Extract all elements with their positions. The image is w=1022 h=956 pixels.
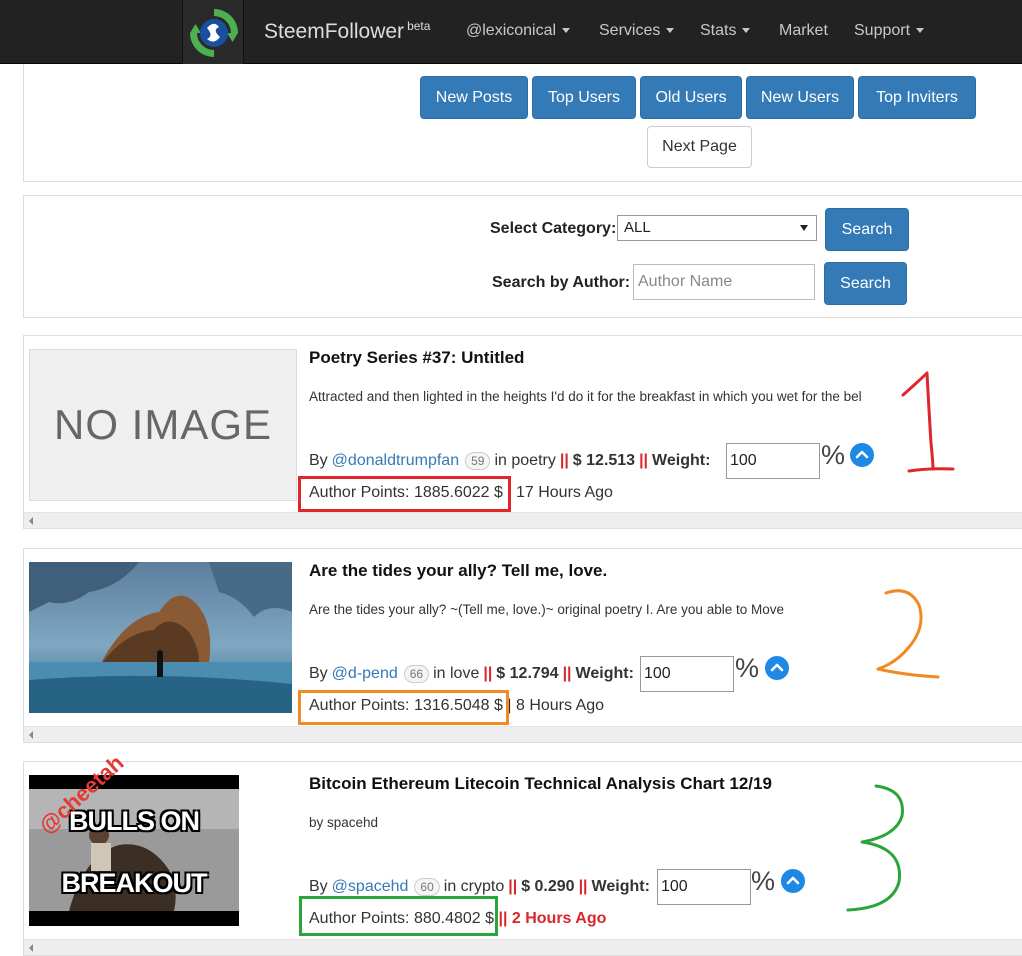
nav-stats-menu[interactable]: Stats — [700, 22, 751, 40]
post-payout: $ 12.794 — [496, 665, 559, 682]
scroll-left-icon[interactable] — [29, 944, 33, 952]
author-link[interactable]: @d-pend — [332, 665, 398, 683]
caret-down-icon — [742, 28, 751, 34]
beta-tag: beta — [407, 19, 431, 33]
separator: || — [508, 878, 518, 895]
post-age: | 17 Hours Ago — [507, 484, 613, 501]
scroll-left-icon[interactable] — [29, 517, 33, 525]
post-meta: By @d-pend 66 in love || $ 12.794 || Wei… — [309, 665, 634, 683]
author-search-label: Search by Author: — [492, 274, 631, 291]
steem-logo-icon — [190, 9, 238, 57]
post-card: Are the tides your ally? Tell me, love. … — [23, 548, 1022, 743]
post-category: in crypto — [443, 878, 505, 895]
vote-weight-input[interactable] — [657, 869, 751, 905]
vote-weight-input[interactable] — [640, 656, 734, 692]
separator: || — [562, 665, 572, 682]
reputation-badge: 59 — [465, 452, 491, 470]
reputation-badge: 60 — [414, 878, 440, 896]
annotation-highlight-box — [299, 896, 498, 936]
separator: || — [578, 878, 588, 895]
brand-text: SteemFollower — [264, 20, 405, 43]
post-excerpt: Attracted and then lighted in the height… — [309, 389, 862, 404]
separator: || — [559, 452, 569, 469]
post-meta: By @donaldtrumpfan 59 in poetry || $ 12.… — [309, 452, 710, 470]
author-search-input[interactable] — [633, 264, 815, 300]
handwritten-number-one — [901, 371, 955, 473]
post-card: BULLS ON BREAKOUT @cheetah Bitcoin Ether… — [23, 750, 1022, 956]
post-thumbnail-placeholder[interactable]: NO IMAGE — [29, 349, 297, 501]
upvote-icon[interactable] — [781, 869, 805, 893]
navbar: SteemFollower beta @lexiconical Services … — [0, 0, 1022, 64]
horizontal-scrollbar[interactable] — [24, 512, 1022, 528]
category-select[interactable]: ALL — [617, 215, 817, 241]
author-link[interactable]: @donaldtrumpfan — [332, 452, 459, 470]
brand-name[interactable]: SteemFollower beta — [264, 19, 430, 44]
post-age: || 2 Hours Ago — [498, 910, 607, 927]
dropdown-arrow-icon — [800, 225, 808, 231]
post-title[interactable]: Poetry Series #37: Untitled — [309, 348, 524, 368]
percent-sign: % — [821, 440, 846, 470]
post-category: in love — [433, 665, 480, 682]
annotation-highlight-box — [298, 476, 511, 512]
handwritten-number-three — [846, 784, 904, 912]
post-payout: $ 12.513 — [572, 452, 636, 469]
horizontal-scrollbar[interactable] — [24, 726, 1022, 742]
nav-user-menu[interactable]: @lexiconical — [466, 22, 571, 40]
post-title[interactable]: Bitcoin Ethereum Litecoin Technical Anal… — [309, 774, 772, 794]
caret-down-icon — [916, 28, 925, 34]
post-title[interactable]: Are the tides your ally? Tell me, love. — [309, 561, 607, 581]
next-page-button[interactable]: Next Page — [647, 126, 752, 168]
top-inviters-button[interactable]: Top Inviters — [858, 76, 976, 119]
by-label: By — [309, 878, 328, 895]
nav-services-menu[interactable]: Services — [599, 22, 675, 40]
old-users-button[interactable]: Old Users — [640, 76, 742, 119]
annotation-highlight-box — [298, 690, 509, 725]
weight-label: Weight: — [652, 452, 711, 469]
top-users-button[interactable]: Top Users — [532, 76, 636, 119]
category-search-button[interactable]: Search — [825, 208, 909, 251]
handwritten-number-two — [876, 589, 940, 679]
new-users-button[interactable]: New Users — [746, 76, 854, 119]
separator: || — [639, 452, 649, 469]
post-payout: $ 0.290 — [521, 878, 575, 895]
vote-weight-input[interactable] — [726, 443, 820, 479]
category-label: Select Category: — [490, 220, 617, 237]
nav-stats-label: Stats — [700, 22, 737, 39]
weight-label: Weight: — [575, 665, 634, 682]
horizontal-scrollbar[interactable] — [24, 939, 1022, 955]
percent-sign: % — [751, 866, 776, 896]
nav-services-label: Services — [599, 22, 661, 39]
by-label: By — [309, 665, 328, 682]
post-meta: By @spacehd 60 in crypto || $ 0.290 || W… — [309, 878, 650, 896]
scroll-left-icon[interactable] — [29, 731, 33, 739]
post-excerpt: Are the tides your ally? ~(Tell me, love… — [309, 602, 784, 617]
list-tabs-panel: New Posts Top Users Old Users New Users … — [23, 64, 1022, 182]
upvote-icon[interactable] — [850, 443, 874, 467]
caret-down-icon — [666, 28, 675, 34]
post-thumbnail-image[interactable] — [29, 562, 292, 713]
brand-logo[interactable] — [182, 0, 244, 64]
filter-panel: Select Category: ALL Search Search by Au… — [23, 195, 1022, 318]
nav-market-label: Market — [779, 22, 828, 39]
upvote-icon[interactable] — [765, 656, 789, 680]
post-category: in poetry — [494, 452, 556, 469]
nav-support-menu[interactable]: Support — [854, 22, 925, 40]
percent-sign: % — [735, 653, 760, 683]
new-posts-button[interactable]: New Posts — [420, 76, 528, 119]
author-link[interactable]: @spacehd — [332, 878, 409, 896]
nav-market-link[interactable]: Market — [779, 22, 828, 40]
separator: || — [483, 665, 493, 682]
category-select-value: ALL — [624, 219, 651, 236]
by-label: By — [309, 452, 328, 469]
thumbnail-caption-bottom: BREAKOUT — [61, 868, 208, 898]
caret-down-icon — [562, 28, 571, 34]
nav-support-label: Support — [854, 22, 911, 39]
post-excerpt: by spacehd — [309, 815, 379, 830]
reputation-badge: 66 — [403, 665, 430, 683]
weight-label: Weight: — [591, 878, 650, 895]
nav-user-label: @lexiconical — [466, 22, 557, 39]
post-age: | 8 Hours Ago — [507, 697, 605, 714]
post-card: NO IMAGE Poetry Series #37: Untitled Att… — [23, 335, 1022, 529]
author-search-button[interactable]: Search — [824, 262, 907, 305]
